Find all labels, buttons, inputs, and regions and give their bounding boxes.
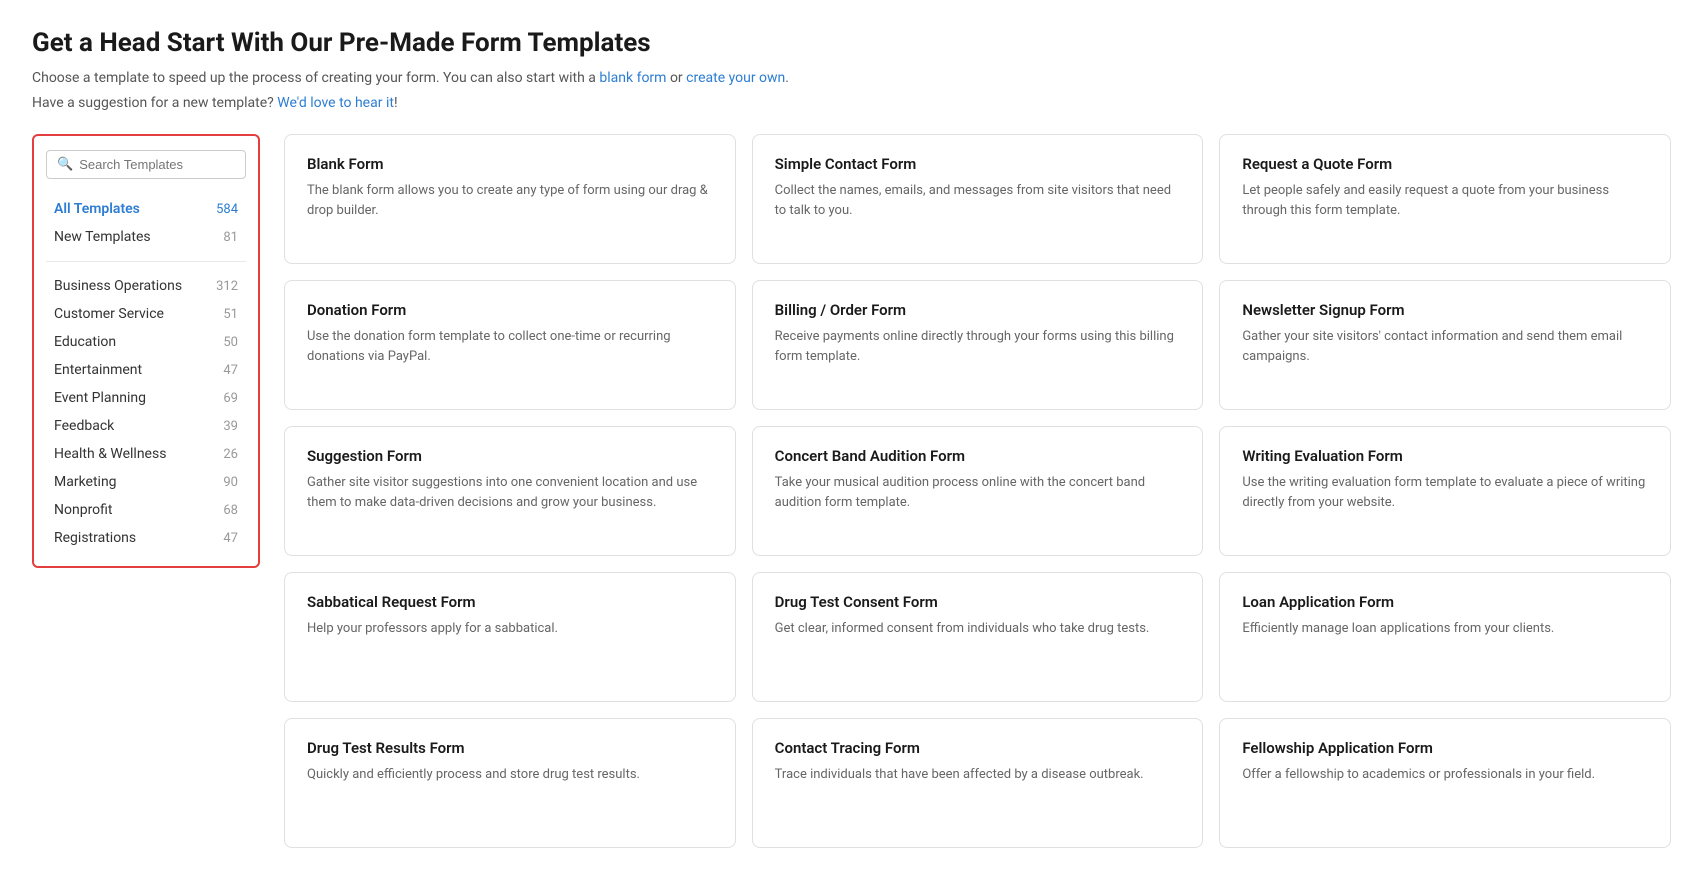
template-card-desc: Use the writing evaluation form template… bbox=[1242, 473, 1648, 512]
template-card-title: Loan Application Form bbox=[1242, 593, 1648, 611]
sidebar-item-label: Marketing bbox=[54, 474, 117, 490]
sidebar-item-count: 312 bbox=[216, 279, 238, 294]
sidebar-item-business-operations[interactable]: Business Operations 312 bbox=[46, 272, 246, 300]
template-card-title: Drug Test Results Form bbox=[307, 739, 713, 757]
sidebar-item-count: 51 bbox=[223, 307, 238, 322]
template-card[interactable]: Blank Form The blank form allows you to c… bbox=[284, 134, 736, 264]
template-card-desc: Receive payments online directly through… bbox=[775, 327, 1181, 366]
template-card[interactable]: Sabbatical Request Form Help your profess… bbox=[284, 572, 736, 702]
create-own-link[interactable]: create your own bbox=[686, 70, 785, 86]
sidebar-item-count: 50 bbox=[223, 335, 238, 350]
template-card-title: Concert Band Audition Form bbox=[775, 447, 1181, 465]
template-card-desc: Trace individuals that have been affecte… bbox=[775, 765, 1181, 785]
template-card-desc: Quickly and efficiently process and stor… bbox=[307, 765, 713, 785]
template-card[interactable]: Writing Evaluation Form Use the writing e… bbox=[1219, 426, 1671, 556]
page-title: Get a Head Start With Our Pre-Made Form … bbox=[32, 28, 1671, 58]
sidebar-item-event-planning[interactable]: Event Planning 69 bbox=[46, 384, 246, 412]
sidebar-item-count: 47 bbox=[223, 363, 238, 378]
sidebar-item-label: All Templates bbox=[54, 201, 140, 217]
sidebar-item-count: 26 bbox=[223, 447, 238, 462]
sidebar-item-education[interactable]: Education 50 bbox=[46, 328, 246, 356]
template-card[interactable]: Suggestion Form Gather site visitor sugge… bbox=[284, 426, 736, 556]
template-card[interactable]: Concert Band Audition Form Take your musi… bbox=[752, 426, 1204, 556]
template-card-desc: Offer a fellowship to academics or profe… bbox=[1242, 765, 1648, 785]
template-card-desc: Help your professors apply for a sabbati… bbox=[307, 619, 713, 639]
template-card-desc: The blank form allows you to create any … bbox=[307, 181, 713, 220]
template-card[interactable]: Drug Test Consent Form Get clear, informe… bbox=[752, 572, 1204, 702]
sidebar-item-count: 39 bbox=[223, 419, 238, 434]
love-to-hear-link[interactable]: We'd love to hear it bbox=[277, 95, 394, 111]
template-card-desc: Efficiently manage loan applications fro… bbox=[1242, 619, 1648, 639]
sidebar-item-label: Feedback bbox=[54, 418, 114, 434]
template-card-desc: Take your musical audition process onlin… bbox=[775, 473, 1181, 512]
sidebar-item-entertainment[interactable]: Entertainment 47 bbox=[46, 356, 246, 384]
template-card-title: Donation Form bbox=[307, 301, 713, 319]
sidebar-item-label: Health & Wellness bbox=[54, 446, 166, 462]
search-input[interactable] bbox=[79, 157, 235, 172]
template-card-title: Sabbatical Request Form bbox=[307, 593, 713, 611]
template-card-title: Drug Test Consent Form bbox=[775, 593, 1181, 611]
sidebar: 🔍 All Templates 584 New Templates 81 Bus… bbox=[32, 134, 260, 568]
template-card[interactable]: Simple Contact Form Collect the names, em… bbox=[752, 134, 1204, 264]
template-card-desc: Gather your site visitors' contact infor… bbox=[1242, 327, 1648, 366]
main-layout: 🔍 All Templates 584 New Templates 81 Bus… bbox=[32, 134, 1671, 848]
sidebar-item-count: 584 bbox=[216, 202, 238, 217]
sidebar-item-count: 47 bbox=[223, 531, 238, 546]
sidebar-item-all-templates[interactable]: All Templates 584 bbox=[46, 195, 246, 223]
sidebar-item-nonprofit[interactable]: Nonprofit 68 bbox=[46, 496, 246, 524]
template-card-desc: Use the donation form template to collec… bbox=[307, 327, 713, 366]
sidebar-item-marketing[interactable]: Marketing 90 bbox=[46, 468, 246, 496]
template-card[interactable]: Newsletter Signup Form Gather your site v… bbox=[1219, 280, 1671, 410]
page-subtitle-1: Choose a template to speed up the proces… bbox=[32, 68, 1671, 89]
template-card[interactable]: Loan Application Form Efficiently manage … bbox=[1219, 572, 1671, 702]
page-subtitle-2: Have a suggestion for a new template? We… bbox=[32, 93, 1671, 114]
template-card-title: Simple Contact Form bbox=[775, 155, 1181, 173]
search-icon: 🔍 bbox=[57, 157, 73, 172]
template-card-title: Contact Tracing Form bbox=[775, 739, 1181, 757]
template-card-title: Newsletter Signup Form bbox=[1242, 301, 1648, 319]
template-card-title: Fellowship Application Form bbox=[1242, 739, 1648, 757]
template-card[interactable]: Fellowship Application Form Offer a fello… bbox=[1219, 718, 1671, 848]
template-card-title: Request a Quote Form bbox=[1242, 155, 1648, 173]
sidebar-item-count: 90 bbox=[223, 475, 238, 490]
template-card[interactable]: Billing / Order Form Receive payments onl… bbox=[752, 280, 1204, 410]
sidebar-item-count: 69 bbox=[223, 391, 238, 406]
sidebar-item-registrations[interactable]: Registrations 47 bbox=[46, 524, 246, 552]
template-card-desc: Let people safely and easily request a q… bbox=[1242, 181, 1648, 220]
sidebar-divider bbox=[46, 261, 246, 262]
sidebar-item-label: New Templates bbox=[54, 229, 151, 245]
template-card[interactable]: Donation Form Use the donation form templ… bbox=[284, 280, 736, 410]
blank-form-link[interactable]: blank form bbox=[599, 70, 666, 86]
template-card[interactable]: Drug Test Results Form Quickly and effici… bbox=[284, 718, 736, 848]
sidebar-item-label: Entertainment bbox=[54, 362, 142, 378]
sidebar-item-health-wellness[interactable]: Health & Wellness 26 bbox=[46, 440, 246, 468]
sidebar-item-label: Registrations bbox=[54, 530, 136, 546]
sidebar-item-feedback[interactable]: Feedback 39 bbox=[46, 412, 246, 440]
page-container: Get a Head Start With Our Pre-Made Form … bbox=[0, 0, 1703, 876]
sidebar-item-label: Event Planning bbox=[54, 390, 146, 406]
template-card-title: Writing Evaluation Form bbox=[1242, 447, 1648, 465]
sidebar-item-customer-service[interactable]: Customer Service 51 bbox=[46, 300, 246, 328]
sidebar-item-label: Nonprofit bbox=[54, 502, 113, 518]
sidebar-item-label: Business Operations bbox=[54, 278, 182, 294]
template-card-title: Billing / Order Form bbox=[775, 301, 1181, 319]
template-grid: Blank Form The blank form allows you to c… bbox=[284, 134, 1671, 848]
sidebar-item-label: Education bbox=[54, 334, 116, 350]
template-card-desc: Gather site visitor suggestions into one… bbox=[307, 473, 713, 512]
sidebar-item-count: 81 bbox=[223, 230, 238, 245]
template-card[interactable]: Contact Tracing Form Trace individuals th… bbox=[752, 718, 1204, 848]
sidebar-item-count: 68 bbox=[223, 503, 238, 518]
template-card-title: Suggestion Form bbox=[307, 447, 713, 465]
template-card[interactable]: Request a Quote Form Let people safely an… bbox=[1219, 134, 1671, 264]
template-card-title: Blank Form bbox=[307, 155, 713, 173]
sidebar-item-new-templates[interactable]: New Templates 81 bbox=[46, 223, 246, 251]
template-card-desc: Get clear, informed consent from individ… bbox=[775, 619, 1181, 639]
sidebar-item-label: Customer Service bbox=[54, 306, 164, 322]
template-card-desc: Collect the names, emails, and messages … bbox=[775, 181, 1181, 220]
search-box[interactable]: 🔍 bbox=[46, 150, 246, 179]
